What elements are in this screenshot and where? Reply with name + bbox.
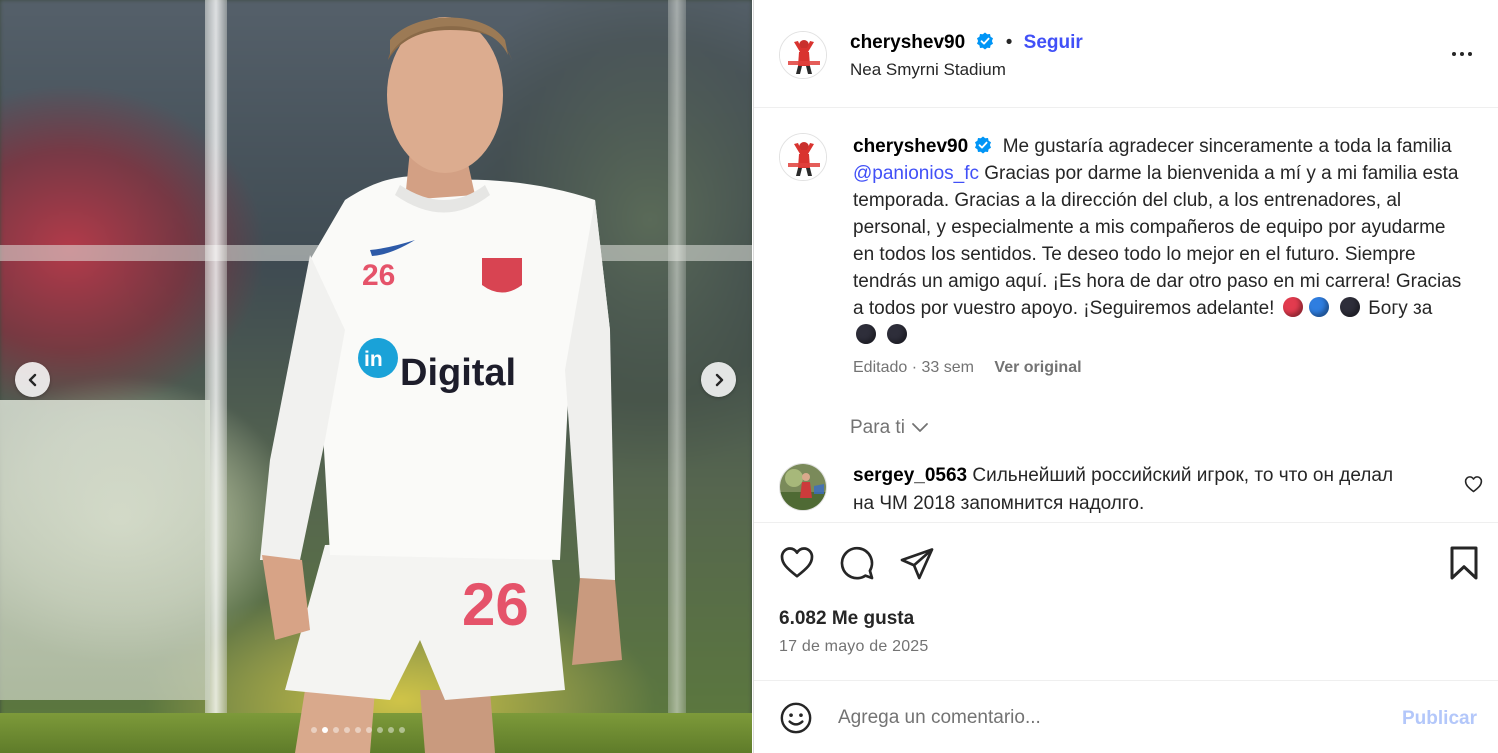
comment-bubble-icon[interactable] [839, 545, 875, 581]
black-circle-emoji-icon [887, 324, 908, 344]
carousel-dot [322, 727, 328, 733]
see-original-button[interactable]: Ver original [994, 359, 1081, 376]
caption-text-1: Me gustaría agradecer sinceramente a tod… [1002, 136, 1452, 157]
carousel-indicator [311, 725, 405, 735]
author-username[interactable]: cheryshev90 [850, 32, 965, 53]
likes-count[interactable]: 6.082 Me gusta [779, 608, 914, 630]
publish-comment-button[interactable]: Publicar [1402, 708, 1477, 730]
black-circle-emoji-icon [1340, 297, 1360, 317]
header-user-line: cheryshev90 • Seguir [850, 31, 1083, 55]
like-heart-icon[interactable] [779, 545, 815, 579]
edited-timestamp: Editado · 33 sem [853, 359, 974, 376]
caption-text-3: Богу за [1368, 298, 1433, 319]
share-send-icon[interactable] [899, 545, 935, 581]
comment-sort-label: Para ti [850, 417, 905, 438]
carousel-dot [366, 727, 372, 733]
post-media[interactable]: 26 26 in Digital [0, 0, 752, 753]
caption-text-2: Gracias por darme la bienvenida a mí y a… [853, 163, 1462, 319]
carousel-dot [355, 727, 361, 733]
comment-item: sergey_0563 Сильнейший российский игрок,… [853, 462, 1413, 518]
more-options-icon-dot [1460, 52, 1464, 56]
follow-button[interactable]: Seguir [1024, 32, 1083, 53]
player-photo: 26 26 in Digital [260, 17, 622, 753]
sponsor-digital: Digital [400, 352, 516, 394]
comment-sort-dropdown[interactable]: Para ti [850, 417, 929, 439]
post-header: cheryshev90 • Seguir Nea Smyrni Stadium [754, 0, 1498, 108]
red-circle-emoji-icon [1282, 297, 1303, 317]
post-date[interactable]: 17 de mayo de 2025 [779, 638, 929, 656]
carousel-dot [333, 727, 339, 733]
caption-username[interactable]: cheryshev90 [853, 136, 968, 157]
comments-scroll-area[interactable]: cheryshev90 Me gustaría agradecer sincer… [754, 109, 1498, 522]
avatar-image [780, 134, 826, 180]
media-background-board [0, 400, 210, 700]
save-bookmark-icon[interactable] [1448, 545, 1480, 581]
media-background-pole-2 [668, 0, 686, 753]
sponsor-in: in [364, 348, 383, 371]
verified-badge-icon [977, 32, 994, 50]
carousel-dot [344, 727, 350, 733]
chevron-down-icon [912, 423, 928, 432]
carousel-dot [399, 727, 405, 733]
shirt-number: 26 [362, 259, 395, 292]
author-avatar[interactable] [779, 31, 827, 79]
separator-dot: • [1005, 32, 1013, 53]
post-location[interactable]: Nea Smyrni Stadium [850, 60, 1006, 80]
avatar-image [780, 464, 826, 510]
previous-slide-button[interactable] [15, 362, 50, 397]
next-slide-button[interactable] [701, 362, 736, 397]
carousel-dot [377, 727, 383, 733]
verified-badge-icon [975, 136, 992, 154]
comment-input[interactable] [838, 703, 1378, 733]
commenter-avatar[interactable] [779, 463, 827, 511]
commenter-username[interactable]: sergey_0563 [853, 465, 967, 486]
chevron-right-icon [715, 373, 723, 386]
more-options-icon [1452, 52, 1456, 56]
caption-author-avatar[interactable] [779, 133, 827, 181]
post-details-panel: cheryshev90 • Seguir Nea Smyrni Stadium [753, 0, 1498, 753]
post-caption: cheryshev90 Me gustaría agradecer sincer… [853, 133, 1463, 349]
blue-circle-emoji-icon [1308, 297, 1329, 317]
caption-meta: Editado · 33 sem Ver original [853, 359, 1082, 377]
caption-mention-link[interactable]: @panionios_fc [853, 163, 979, 184]
emoji-picker-icon[interactable] [779, 701, 813, 735]
more-options-icon-dot [1468, 52, 1472, 56]
carousel-dot [388, 727, 394, 733]
black-circle-emoji-icon [856, 324, 876, 344]
shorts-number: 26 [462, 571, 529, 638]
add-comment-bar: Publicar [754, 680, 1498, 753]
more-options-button[interactable] [1449, 44, 1475, 64]
post-actions-bar: 6.082 Me gusta 17 de mayo de 2025 [754, 522, 1498, 682]
carousel-dot [311, 727, 317, 733]
avatar-image [780, 32, 826, 78]
chevron-left-icon [28, 373, 36, 386]
comment-heart-icon[interactable] [1464, 475, 1483, 493]
